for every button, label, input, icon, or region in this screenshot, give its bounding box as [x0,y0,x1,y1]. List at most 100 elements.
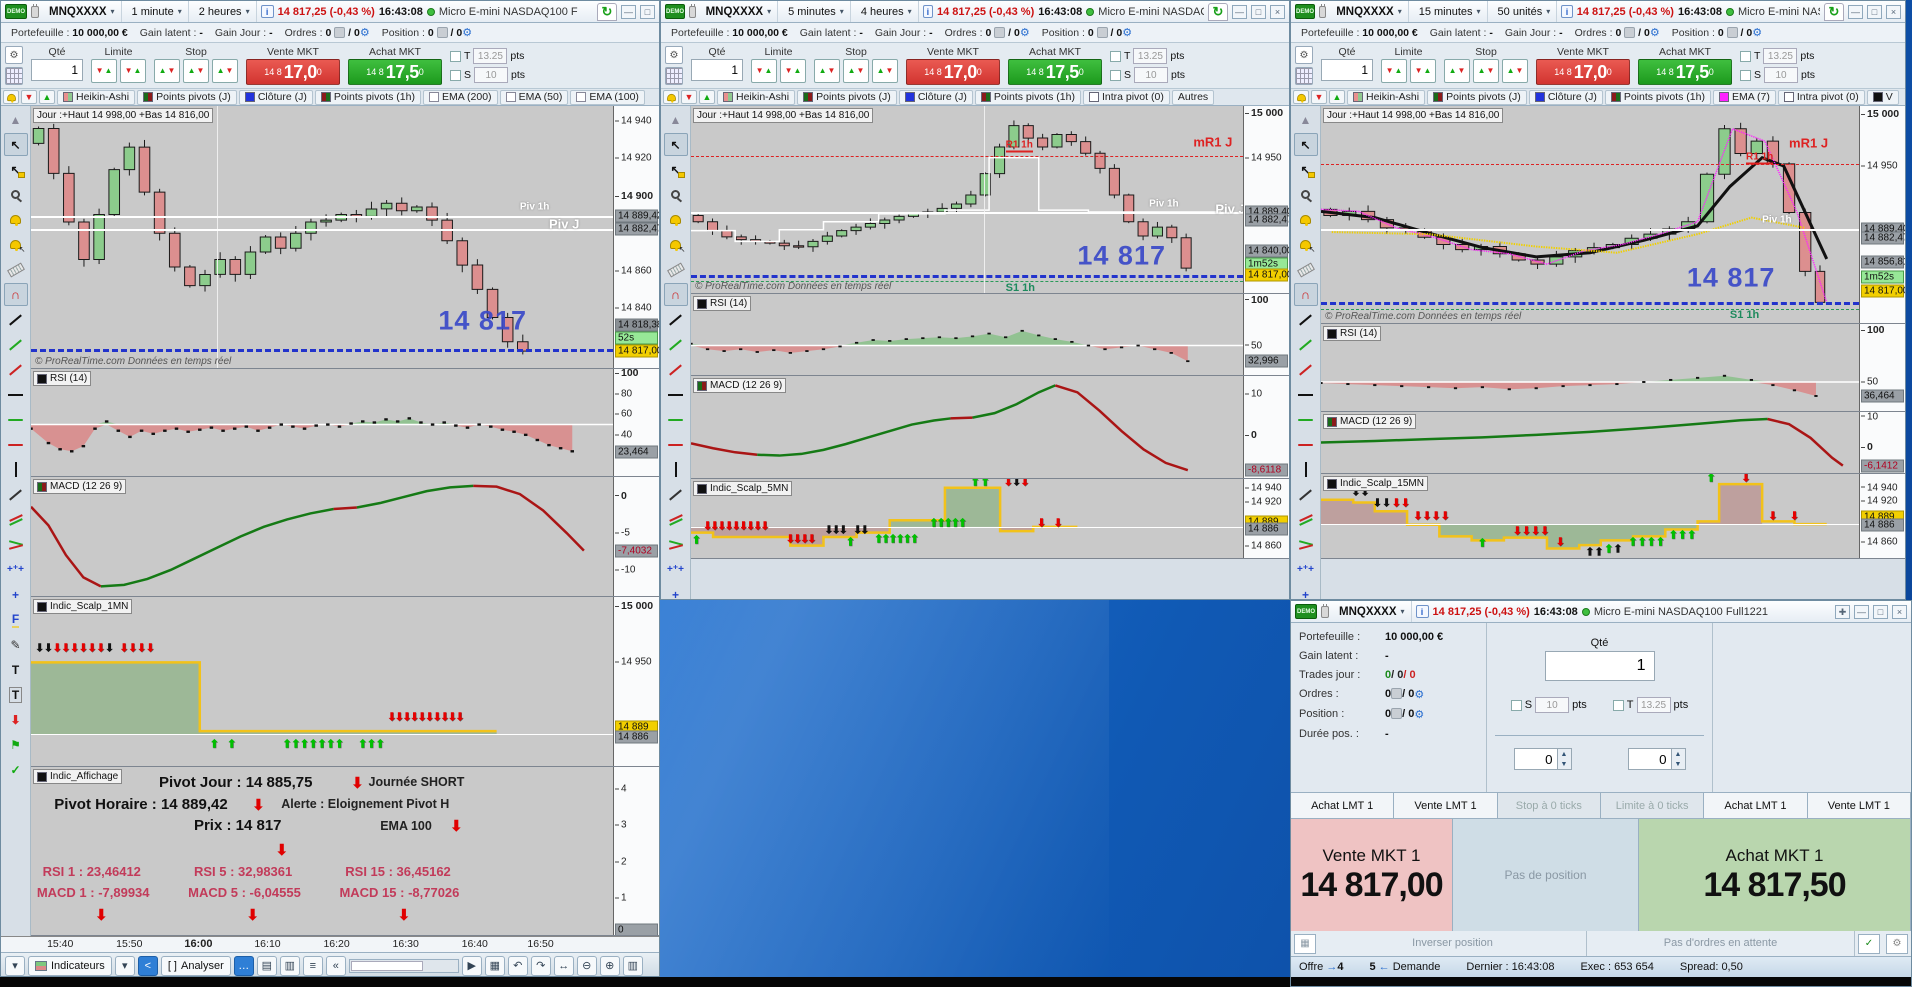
tool-triangle-icon[interactable] [4,533,28,556]
orders-list-icon[interactable] [334,27,346,38]
plot-area[interactable]: Piv 1h Piv J 14 817 © ProRealTime.com Donné… [31,106,613,368]
maximize-button[interactable]: □ [1867,4,1882,19]
zoom-in-icon[interactable]: ⊕ [599,955,620,976]
stop-order-button-2[interactable]: ▲ ▼ [843,59,869,83]
position-list-icon[interactable] [1726,27,1738,38]
tool-scroll-up-icon[interactable]: ▲ [1294,108,1318,131]
news-icon[interactable]: ▤ [256,955,277,976]
buy-limit-order-button[interactable]: ▼ ▲ [91,59,117,83]
target-input[interactable] [1763,48,1798,64]
keyboard-icon[interactable] [665,67,683,85]
indicator-tab[interactable]: Heikin-Ashi [57,89,136,105]
sell-market-button[interactable]: 14 8 17,0 0 [246,59,340,85]
tool-magnet-icon[interactable]: ∩ [3,283,28,306]
close-button[interactable]: × [1892,604,1907,619]
analyser-button[interactable]: [ ] Analyser [160,955,231,976]
tool-ruler-icon[interactable] [664,258,688,281]
maximize-button[interactable]: □ [1250,4,1266,19]
tool-hray-green-icon[interactable] [4,408,28,431]
maximize-button[interactable]: □ [640,4,655,19]
minimize-button[interactable]: — [1854,604,1869,619]
tool-arrow-red-icon[interactable]: ⬇ [4,708,28,731]
indicator-tab[interactable]: Points pivots (1h) [314,89,421,105]
position-list-icon[interactable] [1096,27,1108,38]
tool-fib-plus-icon[interactable]: +⁺+ [4,558,28,581]
achat-lmt-button-1[interactable]: Achat LMT 1 [1291,793,1395,818]
sell-arrow-icon[interactable]: ▼ [1311,90,1327,104]
info-icon[interactable]: i [922,5,934,18]
price-axis[interactable]: 4 3 2 1 0 [613,767,659,935]
tool-vline-icon[interactable] [1294,458,1318,481]
orderbook-icon[interactable]: ▦ [1294,933,1316,954]
sell-arrow-icon[interactable]: ▼ [21,90,37,104]
stoploss-input[interactable] [474,67,509,83]
qty-input[interactable] [691,59,743,81]
target-input[interactable] [1133,48,1168,64]
price-axis[interactable]: 100 50 36,464 [1859,324,1905,411]
tool-cursor-icon[interactable]: ↖ [3,133,28,156]
tool-line-green-icon[interactable] [1294,333,1318,356]
sell-limit-order-button[interactable]: ▼ ▲ [1410,59,1436,83]
minimize-button[interactable]: — [621,4,636,19]
tool-magnifier-icon[interactable] [664,183,688,206]
indicator-tab[interactable]: Intra pivot (0) [1082,89,1170,105]
orders-list-icon[interactable] [1624,27,1636,38]
tool-channel-icon[interactable] [1294,508,1318,531]
stop-order-button-3[interactable]: ▲ ▼ [1502,59,1528,83]
tool-bell-edit-icon[interactable]: ↖ [1294,233,1318,256]
sell-limit-order-button[interactable]: ▼ ▲ [120,59,146,83]
qty-input[interactable] [1321,59,1373,81]
buy-limit-order-button[interactable]: ▼ ▲ [1381,59,1407,83]
columns-icon[interactable]: ▥ [622,955,643,976]
tool-triangle-icon[interactable] [664,533,688,556]
timeframe-dropdown[interactable]: 15 minutes ▾ [1413,1,1488,22]
tool-vline-icon[interactable] [664,458,688,481]
stop-order-button-2[interactable]: ▲ ▼ [183,59,209,83]
orderbook-icon[interactable]: ▥ [279,955,300,976]
stop-order-button-1[interactable]: ▲ ▼ [1444,59,1470,83]
tool-hray-green-icon[interactable] [1294,408,1318,431]
tool-line-black-icon[interactable] [4,308,28,331]
buy-market-button[interactable]: 14 8 17,5 0 [1638,59,1732,85]
target-input[interactable] [473,48,508,64]
price-axis[interactable]: 15 000 14 950 14 889,40 14 882,47 14 856,81 1… [1859,106,1905,323]
redo-icon[interactable]: ↷ [530,955,551,976]
indicator-tab[interactable]: Points pivots (J) [797,89,897,105]
position-list-icon[interactable] [436,27,448,38]
info-icon[interactable]: i [1561,5,1573,18]
gear-icon[interactable]: ⚙ [1752,27,1762,39]
indicator-tab[interactable]: Autres [1171,89,1215,105]
tool-segment-icon[interactable] [664,483,688,506]
tool-hray-red-icon[interactable] [664,433,688,456]
plot-area[interactable]: R1 1h mR1 J Piv 1h Piv J S1 1h 14 817 © ProRea… [691,106,1243,293]
symbol-dropdown[interactable]: MNQXXXX ▾ [1330,1,1409,22]
plot-area[interactable]: R1 1h mR1 J Piv 1h 14 817 S1 1h © ProRealTime… [1321,106,1859,323]
plot-area[interactable] [31,477,613,596]
gear-icon[interactable]: ⚙ [1414,708,1424,721]
sell-market-big-button[interactable]: Vente MKT 1 14 817,00 [1291,819,1453,931]
timeframe-dropdown[interactable]: 1 minute ▾ [126,1,189,22]
indicator-tab[interactable]: Points pivots (1h) [974,89,1081,105]
toolbar-scrollbar[interactable] [348,958,459,973]
stop-order-button-3[interactable]: ▲ ▼ [872,59,898,83]
tool-triangle-icon[interactable] [1294,533,1318,556]
tool-cursor-icon[interactable]: ↖ [1293,133,1318,156]
spinner-1-input[interactable] [1513,748,1558,770]
tool-magnifier-icon[interactable] [4,183,28,206]
indicateurs-button[interactable]: Indicateurs [28,955,112,976]
sell-market-button[interactable]: 14 8 17,0 0 [1536,59,1630,85]
stoploss-input[interactable] [1535,697,1570,713]
tool-line-green-icon[interactable] [4,333,28,356]
tool-line-red-icon[interactable] [1294,358,1318,381]
target-checkbox[interactable] [1740,50,1751,62]
tool-ruler-icon[interactable] [4,258,28,281]
gear-icon[interactable]: ⚙ [1650,27,1660,39]
price-axis[interactable]: 100 50 32,996 [1243,294,1289,375]
gear-icon[interactable]: ⚙ [360,27,370,39]
keyboard-icon[interactable] [1295,67,1313,85]
indicator-tab[interactable]: Clôture (J) [1528,89,1603,105]
target-checkbox[interactable] [1612,699,1624,711]
tool-channel-icon[interactable] [4,508,28,531]
tool-line-black-icon[interactable] [1294,308,1318,331]
gear-icon[interactable]: ⚙ [1414,688,1424,701]
